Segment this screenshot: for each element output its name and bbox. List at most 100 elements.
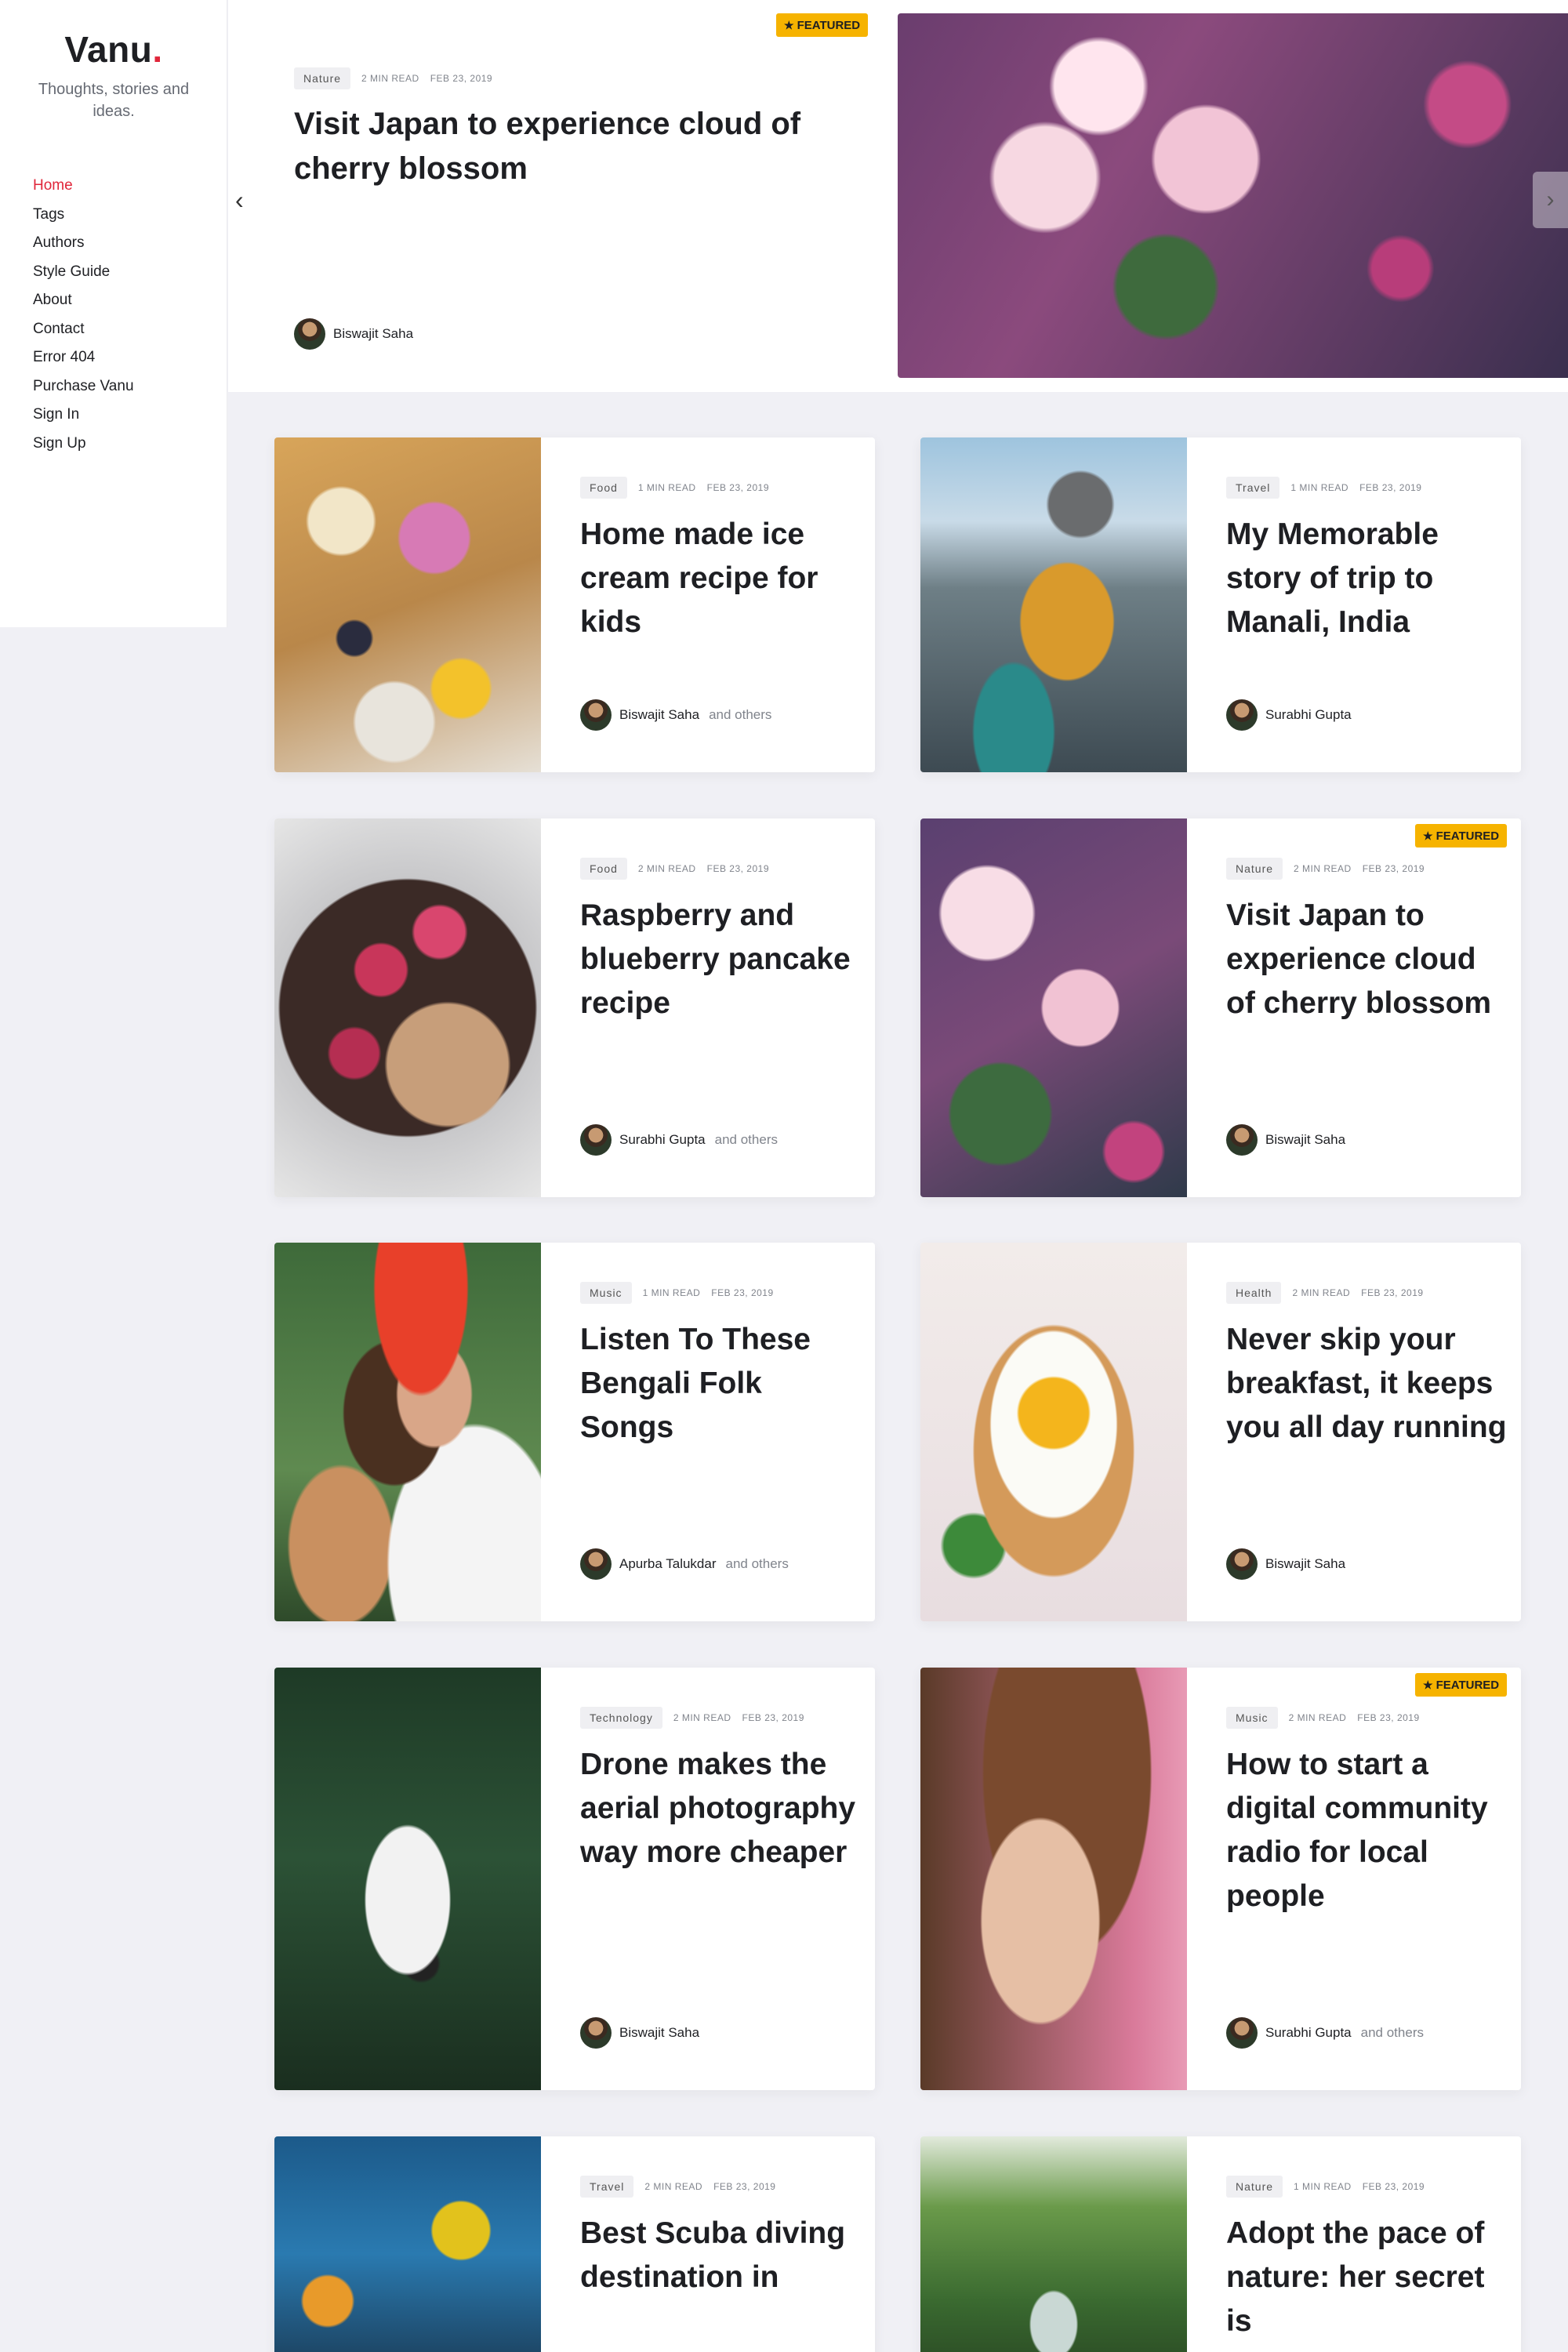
author-name[interactable]: Biswajit Saha [1265,1132,1345,1148]
nav-item-about[interactable]: About [33,290,134,319]
nav-item-tags[interactable]: Tags [33,205,134,234]
nav-link-style-guide[interactable]: Style Guide [33,263,110,280]
post-card[interactable]: Food 1 MIN READ FEB 23, 2019 Home made ice… [274,437,875,772]
nav-item-error-404[interactable]: Error 404 [33,347,134,376]
post-card[interactable]: Technology 2 MIN READ FEB 23, 2019 Drone m… [274,1668,875,2090]
nav-link-home[interactable]: Home [33,177,73,194]
author-name[interactable]: Surabhi Gupta [1265,2025,1352,2041]
featured-badge: ★ FEATURED [1415,1673,1508,1697]
hero-author[interactable]: Biswajit Saha [294,318,413,350]
avatar[interactable] [580,699,612,731]
post-card[interactable]: Music 1 MIN READ FEB 23, 2019 Listen To Th… [274,1243,875,1621]
nav-item-contact[interactable]: Contact [33,319,134,348]
post-title[interactable]: My Memorable story of trip to Manali, In… [1226,513,1508,644]
post-author[interactable]: Surabhi Gupta and others [1226,2017,1424,2049]
nav-link-tags[interactable]: Tags [33,206,64,223]
post-image[interactable] [920,437,1187,772]
post-title[interactable]: How to start a digital community radio f… [1226,1743,1508,1918]
nav-item-sign-in[interactable]: Sign In [33,405,134,434]
nav-item-home[interactable]: Home [33,176,134,205]
post-tag[interactable]: Health [1226,1282,1282,1304]
author-name[interactable]: Biswajit Saha [333,326,413,342]
post-title[interactable]: Never skip your breakfast, it keeps you … [1226,1318,1508,1450]
post-author[interactable]: Biswajit Saha and others [580,699,771,731]
nav-link-sign-up[interactable]: Sign Up [33,435,86,452]
post-date: FEB 23, 2019 [1362,863,1425,874]
post-image[interactable] [920,1243,1187,1621]
post-tag[interactable]: Music [1226,1707,1278,1729]
avatar[interactable] [1226,2017,1258,2049]
post-image[interactable] [274,1668,541,2090]
post-tag[interactable]: Food [580,477,627,499]
post-card[interactable]: Health 2 MIN READ FEB 23, 2019 Never skip … [920,1243,1521,1621]
post-image[interactable] [920,1668,1187,2090]
post-tag[interactable]: Nature [1226,858,1283,880]
nav-item-style-guide[interactable]: Style Guide [33,262,134,291]
post-author[interactable]: Biswajit Saha [1226,1124,1345,1156]
nav-link-purchase[interactable]: Purchase Vanu [33,378,134,394]
post-tag[interactable]: Nature [1226,2176,1283,2198]
post-tag[interactable]: Music [580,1282,632,1304]
post-card[interactable]: Travel 2 MIN READ FEB 23, 2019 Best Scuba … [274,2136,875,2352]
chevron-right-icon[interactable]: › [1533,172,1568,228]
and-others: and others [709,707,772,722]
post-title[interactable]: Adopt the pace of nature: her secret is [1226,2212,1508,2343]
hero-image[interactable] [898,13,1568,378]
avatar[interactable] [580,2017,612,2049]
post-image[interactable] [274,818,541,1197]
post-title[interactable]: Drone makes the aerial photography way m… [580,1743,862,1875]
post-image[interactable] [920,2136,1187,2352]
site-logo[interactable]: Vanu. [0,28,227,71]
nav-link-error-404[interactable]: Error 404 [33,349,95,365]
nav-link-about[interactable]: About [33,292,72,308]
post-author[interactable]: Apurba Talukdar and others [580,1548,789,1580]
post-author[interactable]: Surabhi Gupta and others [580,1124,778,1156]
chevron-left-icon[interactable]: ‹ [235,187,256,212]
post-tag[interactable]: Travel [1226,477,1280,499]
post-title[interactable]: Home made ice cream recipe for kids [580,513,862,644]
post-tag[interactable]: Technology [580,1707,662,1729]
author-name[interactable]: Apurba Talukdar [619,1556,717,1572]
post-author[interactable]: Biswajit Saha [1226,1548,1345,1580]
post-image[interactable] [920,818,1187,1197]
post-title[interactable]: Raspberry and blueberry pancake recipe [580,894,862,1025]
and-others: and others [725,1556,789,1571]
post-card[interactable]: Nature 1 MIN READ FEB 23, 2019 Adopt the p… [920,2136,1521,2352]
post-author[interactable]: Surabhi Gupta [1226,699,1352,731]
post-card[interactable]: ★ FEATURED Nature 2 MIN READ FEB 23, 2019 V… [920,818,1521,1197]
post-tag[interactable]: Travel [580,2176,634,2198]
nav-item-authors[interactable]: Authors [33,233,134,262]
post-title[interactable]: Visit Japan to experience cloud of cherr… [1226,894,1508,1025]
nav-link-sign-in[interactable]: Sign In [33,406,79,423]
post-date: FEB 23, 2019 [1357,1712,1420,1723]
post-card[interactable]: Food 2 MIN READ FEB 23, 2019 Raspberry and… [274,818,875,1197]
nav-link-contact[interactable]: Contact [33,321,84,337]
post-author[interactable]: Biswajit Saha [580,2017,699,2049]
nav-item-sign-up[interactable]: Sign Up [33,434,134,463]
author-name[interactable]: Surabhi Gupta [619,1132,706,1148]
hero-title[interactable]: Visit Japan to experience cloud of cherr… [294,102,835,191]
nav-item-purchase[interactable]: Purchase Vanu [33,376,134,405]
nav-link-authors[interactable]: Authors [33,234,84,251]
post-card[interactable]: ★ FEATURED Music 2 MIN READ FEB 23, 2019 Ho… [920,1668,1521,2090]
avatar[interactable] [1226,1124,1258,1156]
author-name[interactable]: Biswajit Saha [619,2025,699,2041]
author-name[interactable]: Surabhi Gupta [1265,707,1352,723]
avatar[interactable] [1226,1548,1258,1580]
post-date: FEB 23, 2019 [706,863,769,874]
post-image[interactable] [274,437,541,772]
post-tag[interactable]: Food [580,858,627,880]
post-image[interactable] [274,1243,541,1621]
post-tag[interactable]: Nature [294,67,351,89]
read-time: 2 MIN READ [361,73,419,84]
author-name[interactable]: Biswajit Saha [619,707,699,723]
post-card[interactable]: Travel 1 MIN READ FEB 23, 2019 My Memorabl… [920,437,1521,772]
post-title[interactable]: Best Scuba diving destination in [580,2212,862,2299]
avatar[interactable] [580,1548,612,1580]
post-title[interactable]: Listen To These Bengali Folk Songs [580,1318,862,1450]
avatar[interactable] [580,1124,612,1156]
avatar[interactable] [294,318,325,350]
post-image[interactable] [274,2136,541,2352]
avatar[interactable] [1226,699,1258,731]
author-name[interactable]: Biswajit Saha [1265,1556,1345,1572]
